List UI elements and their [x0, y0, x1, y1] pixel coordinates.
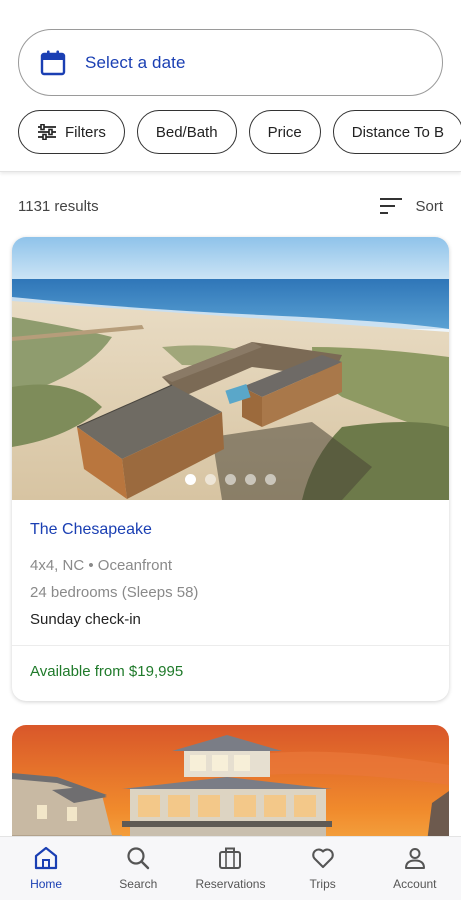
listing-bedrooms: 24 bedrooms (Sleeps 58) — [30, 584, 199, 601]
person-icon — [404, 848, 425, 869]
filters-chip[interactable]: Filters — [18, 110, 125, 154]
search-icon — [127, 847, 150, 870]
listing-card[interactable]: The Chesapeake 4x4, NC • Oceanfront 24 b… — [12, 237, 449, 701]
listing-checkin: Sunday check-in — [30, 611, 141, 628]
nav-reservations[interactable]: Reservations — [185, 845, 275, 891]
sort-button[interactable]: Sort — [379, 197, 443, 215]
listing-location: 4x4, NC • Oceanfront — [30, 557, 172, 574]
nav-home-label: Home — [30, 877, 63, 891]
bed-bath-chip-label: Bed/Bath — [155, 123, 218, 141]
photo-dot[interactable] — [225, 474, 236, 485]
nav-search[interactable]: Search — [93, 845, 183, 891]
photo-pager — [12, 474, 449, 486]
distance-chip-label: Distance To B — [351, 123, 445, 141]
suitcase-icon — [219, 847, 242, 869]
nav-search-label: Search — [119, 877, 158, 891]
nav-trips[interactable]: Trips — [278, 845, 368, 891]
nav-home[interactable]: Home — [1, 845, 91, 891]
nav-reservations-label: Reservations — [195, 877, 266, 891]
listing-price: Available from $19,995 — [30, 663, 184, 680]
nav-account[interactable]: Account — [370, 845, 460, 891]
date-picker-label: Select a date — [85, 52, 186, 72]
listing-details: The Chesapeake 4x4, NC • Oceanfront 24 b… — [30, 521, 430, 638]
bed-bath-chip[interactable]: Bed/Bath — [136, 110, 237, 154]
filters-chip-label: Filters — [65, 123, 106, 141]
nav-account-label: Account — [393, 877, 437, 891]
photo-dot[interactable] — [265, 474, 276, 485]
nav-trips-label: Trips — [309, 877, 336, 891]
price-chip[interactable]: Price — [248, 110, 321, 154]
sort-icon — [380, 198, 403, 214]
listing-title[interactable]: The Chesapeake — [30, 521, 430, 539]
filter-chips: Filters Bed/Bath Price Distance To B — [18, 110, 461, 154]
distance-chip[interactable]: Distance To B — [332, 110, 461, 154]
home-icon — [34, 846, 58, 870]
card-divider — [12, 645, 449, 646]
sliders-icon — [38, 124, 56, 140]
photo-dot[interactable] — [185, 474, 196, 485]
sort-label: Sort — [415, 197, 443, 215]
listing-photo[interactable] — [12, 237, 449, 500]
price-chip-label: Price — [267, 123, 302, 141]
photo-dot[interactable] — [205, 474, 216, 485]
date-picker-button[interactable]: Select a date — [18, 29, 443, 96]
results-count: 1131 results — [18, 197, 99, 215]
heart-icon — [311, 848, 334, 869]
bottom-navigation: Home Search Reservations Trips Account — [0, 836, 461, 900]
calendar-icon — [40, 50, 66, 75]
photo-dot[interactable] — [245, 474, 256, 485]
results-bar: 1131 results Sort — [0, 186, 461, 226]
search-header: Select a date Filters Bed/Bath Price Dis… — [0, 0, 461, 172]
listing-photo-image — [12, 237, 449, 500]
